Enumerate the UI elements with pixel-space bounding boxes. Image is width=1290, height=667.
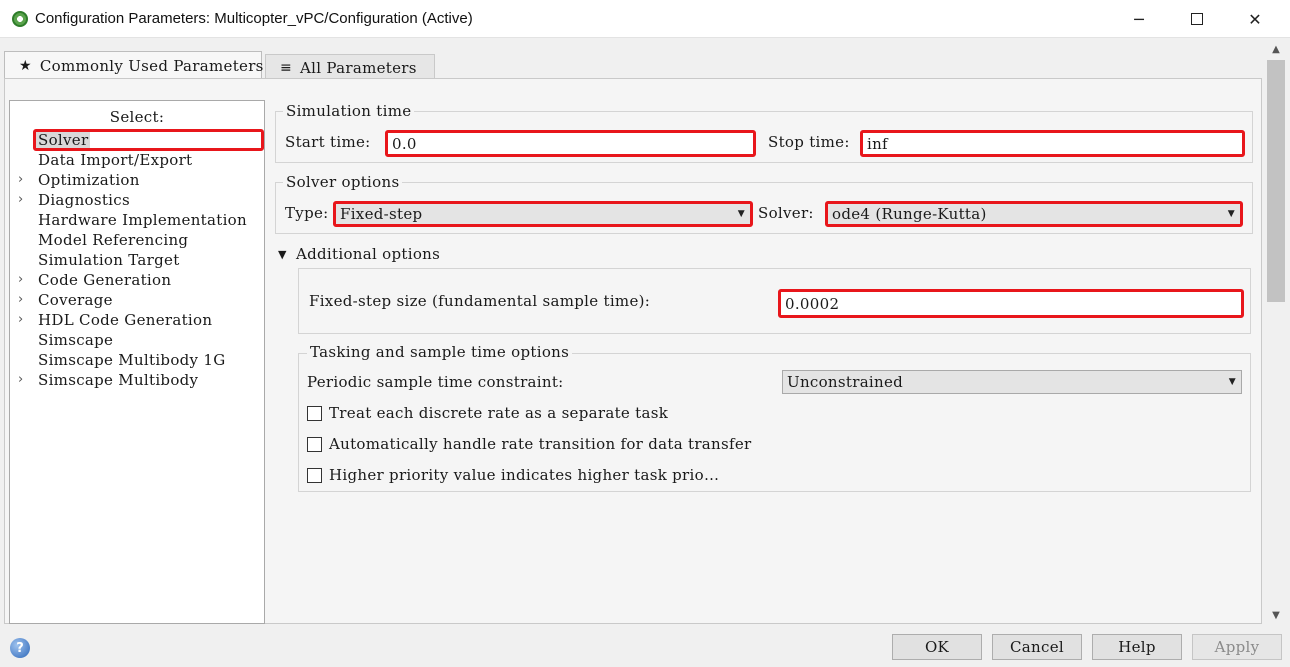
tree-item-label: Data Import/Export bbox=[38, 151, 193, 169]
start-time-label: Start time: bbox=[285, 133, 371, 151]
tree-item-label: Diagnostics bbox=[38, 191, 130, 209]
expand-arrow-icon[interactable]: › bbox=[18, 292, 24, 307]
handle-rate-transition-checkbox[interactable] bbox=[307, 436, 322, 452]
ok-button[interactable]: OK bbox=[892, 634, 982, 660]
tree-item-label: HDL Code Generation bbox=[38, 311, 213, 329]
simulation-time-title: Simulation time bbox=[283, 102, 415, 120]
fixed-step-size-input[interactable]: 0.0002 bbox=[778, 289, 1244, 318]
tree-item-label: Simscape bbox=[38, 331, 114, 349]
tree-item-label: Hardware Implementation bbox=[38, 211, 247, 229]
window-title: Configuration Parameters: Multicopter_vP… bbox=[35, 10, 473, 27]
solver-type-label: Type: bbox=[285, 204, 329, 222]
scroll-up-arrow-icon[interactable]: ▲ bbox=[1266, 40, 1286, 58]
solver-value: ode4 (Runge-Kutta) bbox=[832, 205, 987, 223]
checkbox-label: Automatically handle rate transition for… bbox=[329, 435, 752, 453]
additional-options-title[interactable]: Additional options bbox=[296, 245, 440, 263]
solver-select[interactable]: ode4 (Runge-Kutta) ▼ bbox=[825, 201, 1243, 227]
solver-type-select[interactable]: Fixed-step ▼ bbox=[333, 201, 753, 227]
checkbox-label: Higher priority value indicates higher t… bbox=[329, 466, 720, 484]
tab-label: All Parameters bbox=[300, 58, 417, 77]
tasking-title: Tasking and sample time options bbox=[307, 343, 573, 361]
tab-commonly-used-parameters[interactable]: ★ Commonly Used Parameters bbox=[4, 51, 264, 79]
scroll-down-arrow-icon[interactable]: ▼ bbox=[1266, 606, 1286, 624]
solver-options-title: Solver options bbox=[283, 173, 403, 191]
periodic-constraint-select[interactable]: Unconstrained ▼ bbox=[782, 370, 1242, 394]
checkbox-label: Treat each discrete rate as a separate t… bbox=[329, 404, 669, 422]
simulink-app-icon bbox=[12, 11, 28, 27]
close-button[interactable]: ✕ bbox=[1226, 0, 1284, 38]
solver-highlight-box bbox=[33, 129, 264, 151]
tree-item-label: Simulation Target bbox=[38, 251, 180, 269]
stop-time-input[interactable]: inf bbox=[860, 130, 1245, 157]
treat-discrete-rate-checkbox[interactable] bbox=[307, 405, 322, 421]
tab-all-parameters[interactable]: ≡ All Parameters bbox=[265, 54, 435, 80]
tab-label: Commonly Used Parameters bbox=[39, 56, 264, 75]
dropdown-caret-icon: ▼ bbox=[1227, 209, 1235, 219]
list-icon: ≡ bbox=[280, 59, 293, 76]
help-button[interactable]: Help bbox=[1092, 634, 1182, 660]
expand-arrow-icon[interactable]: › bbox=[18, 272, 24, 287]
start-time-input[interactable]: 0.0 bbox=[385, 130, 756, 157]
maximize-button[interactable] bbox=[1168, 0, 1226, 38]
apply-button[interactable]: Apply bbox=[1192, 634, 1282, 660]
dropdown-caret-icon: ▼ bbox=[737, 209, 745, 219]
title-bar: Configuration Parameters: Multicopter_vP… bbox=[0, 0, 1290, 38]
solver-label: Solver: bbox=[758, 204, 814, 222]
tree-item-label: Code Generation bbox=[38, 271, 172, 289]
tree-item-label: Simscape Multibody 1G bbox=[38, 351, 226, 369]
dropdown-caret-icon: ▼ bbox=[1228, 377, 1236, 387]
expand-arrow-icon[interactable]: › bbox=[18, 172, 24, 187]
tree-item-label: Optimization bbox=[38, 171, 140, 189]
fixed-step-size-label: Fixed-step size (fundamental sample time… bbox=[309, 292, 651, 310]
tree-item-label: Coverage bbox=[38, 291, 113, 309]
expand-arrow-icon[interactable]: › bbox=[18, 372, 24, 387]
tree-item-label: Simscape Multibody bbox=[38, 371, 199, 389]
expand-arrow-icon[interactable]: › bbox=[18, 192, 24, 207]
cancel-button[interactable]: Cancel bbox=[992, 634, 1082, 660]
checkbox-row[interactable]: Automatically handle rate transition for… bbox=[307, 434, 752, 454]
scroll-thumb[interactable] bbox=[1267, 60, 1285, 302]
vertical-scrollbar[interactable]: ▲ ▼ bbox=[1266, 40, 1286, 624]
checkbox-row[interactable]: Higher priority value indicates higher t… bbox=[307, 465, 719, 485]
periodic-constraint-label: Periodic sample time constraint: bbox=[307, 373, 564, 391]
collapse-triangle-icon[interactable]: ▼ bbox=[278, 248, 286, 261]
checkbox-row[interactable]: Treat each discrete rate as a separate t… bbox=[307, 403, 668, 423]
star-icon: ★ bbox=[19, 57, 32, 74]
expand-arrow-icon[interactable]: › bbox=[18, 312, 24, 327]
maximize-icon bbox=[1191, 13, 1203, 25]
stop-time-label: Stop time: bbox=[768, 133, 850, 151]
solver-type-value: Fixed-step bbox=[340, 205, 423, 223]
category-tree: Select: Solver Data Import/Export › Optim… bbox=[9, 100, 265, 624]
higher-priority-checkbox[interactable] bbox=[307, 467, 322, 483]
periodic-constraint-value: Unconstrained bbox=[787, 373, 904, 391]
minimize-button[interactable]: ─ bbox=[1110, 0, 1168, 38]
tree-item-label: Model Referencing bbox=[38, 231, 189, 249]
tree-select-label: Select: bbox=[109, 108, 165, 126]
help-question-icon[interactable]: ? bbox=[10, 638, 30, 658]
